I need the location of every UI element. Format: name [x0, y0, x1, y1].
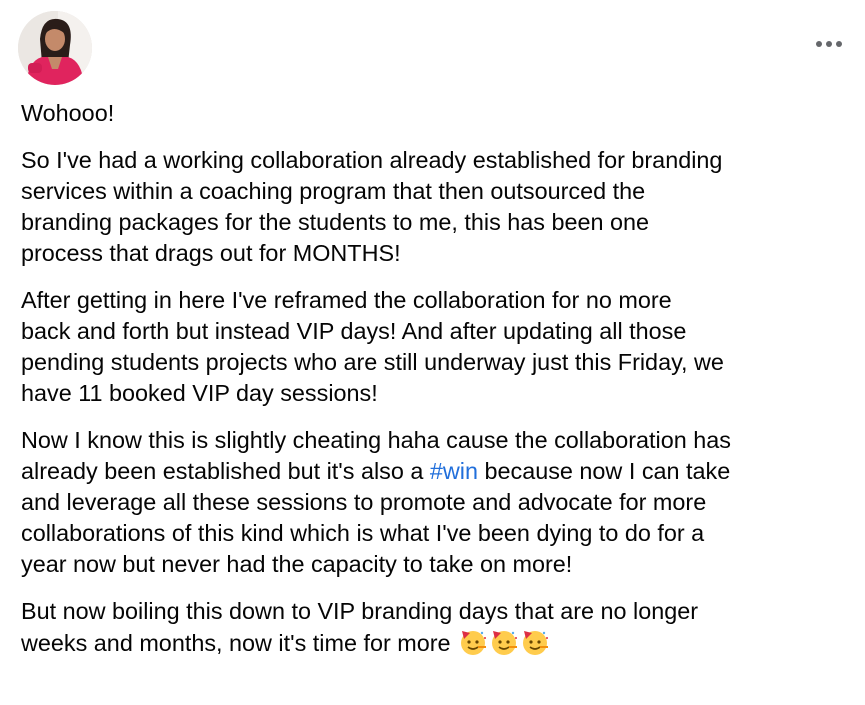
author-avatar[interactable] — [18, 11, 92, 85]
post-paragraph-1: Wohooo! — [21, 100, 115, 126]
more-horizontal-icon-dot — [826, 41, 832, 47]
profile-photo — [18, 11, 92, 85]
post-body: Wohooo! So I've had a working collaborat… — [21, 98, 863, 675]
more-horizontal-icon-dot — [836, 41, 842, 47]
partying-face-icon — [461, 631, 487, 655]
partying-face-icon — [523, 631, 549, 655]
post-paragraph-3: After getting in here I've reframed the … — [21, 287, 724, 406]
partying-face-icon — [492, 631, 518, 655]
hashtag-link[interactable]: #win — [430, 458, 478, 484]
more-horizontal-icon — [816, 41, 822, 47]
post-paragraph-5: But now boiling this down to VIP brandin… — [21, 596, 863, 659]
post-card: Wohooo! So I've had a working collaborat… — [0, 0, 865, 705]
paragraph-5-text: But now boiling this down to VIP brandin… — [21, 598, 699, 656]
post-options-button[interactable] — [808, 26, 850, 62]
post-paragraph-2: So I've had a working collaboration alre… — [21, 147, 723, 266]
post-paragraph-4: Now I know this is slightly cheating hah… — [21, 425, 863, 580]
